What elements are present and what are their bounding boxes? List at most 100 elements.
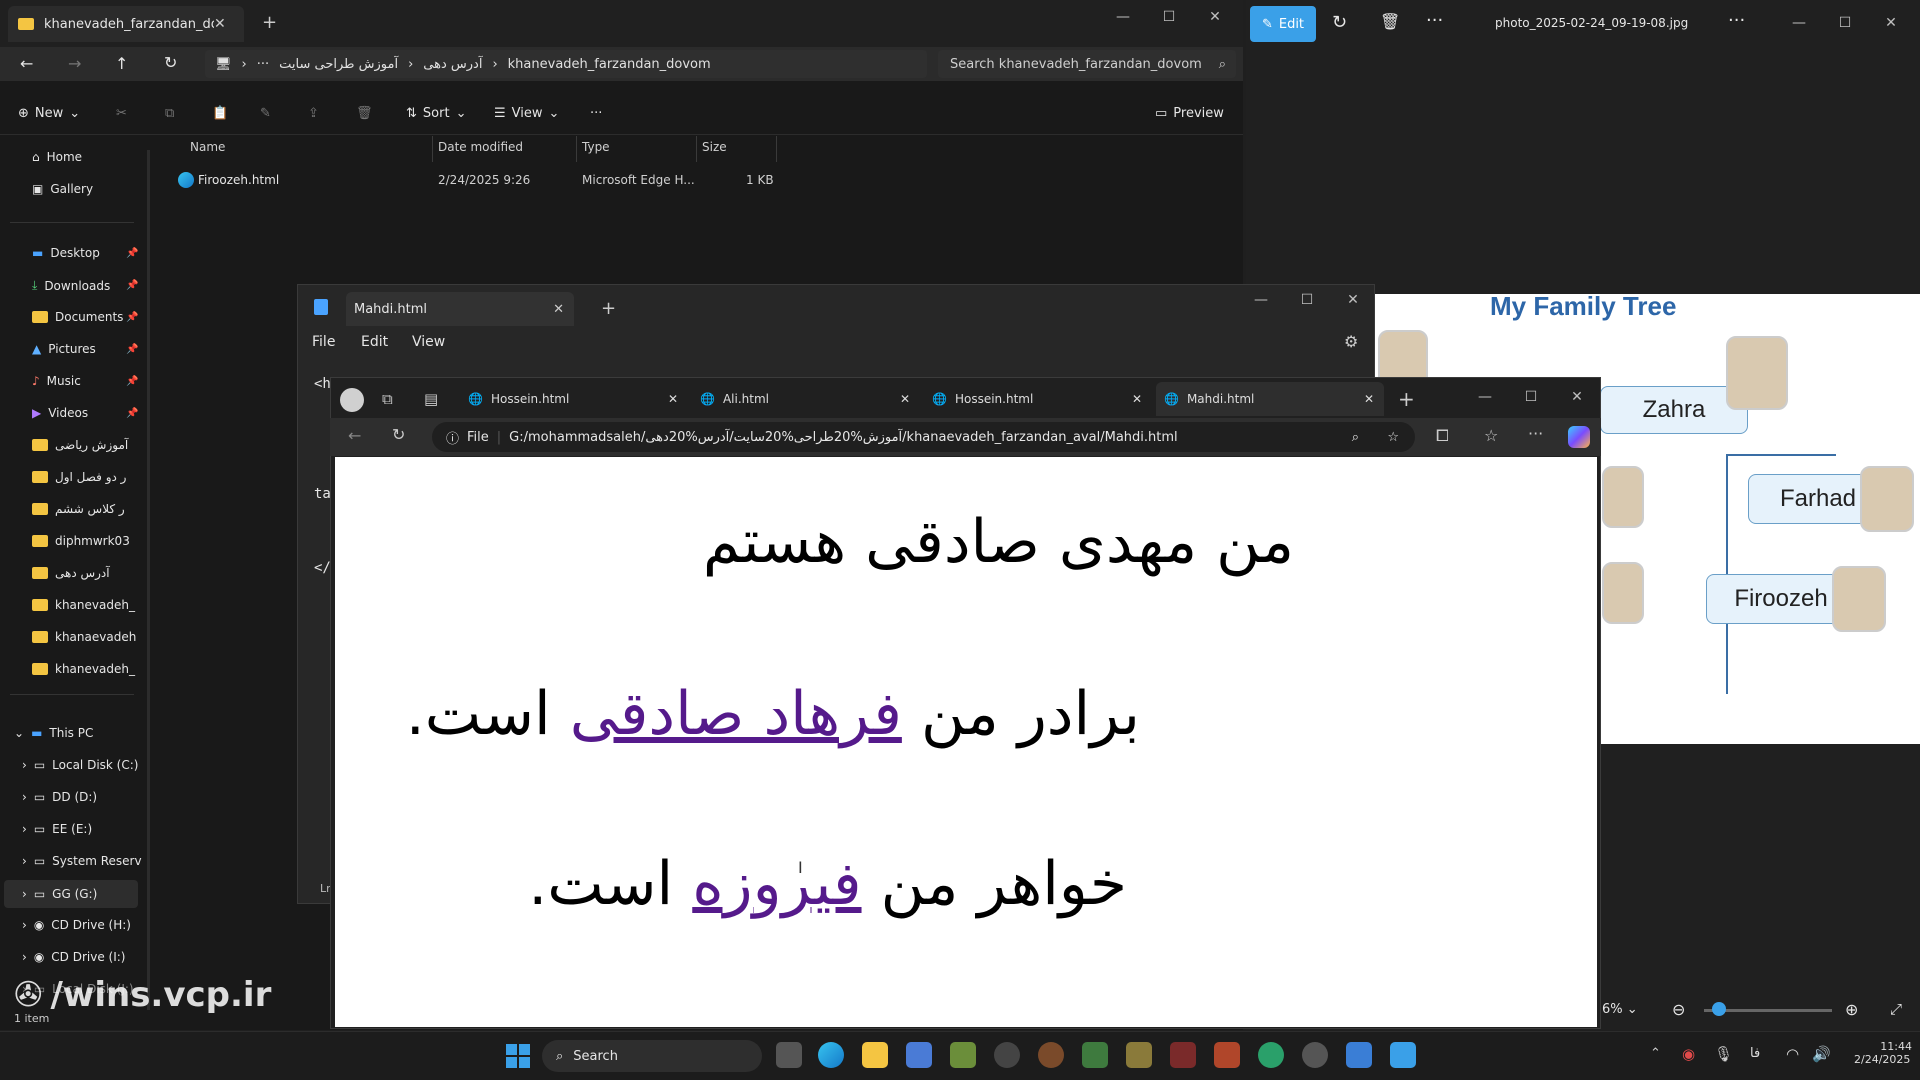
preview-button[interactable]: ▭ Preview — [1155, 106, 1224, 121]
new-tab-icon[interactable]: + — [601, 298, 616, 319]
tray-app-icon[interactable]: ◉ — [1682, 1045, 1695, 1063]
close-icon[interactable]: ✕ — [900, 392, 910, 406]
maximize-icon[interactable]: ☐ — [1146, 2, 1192, 32]
sidebar-item-music[interactable]: ♪ Music — [32, 374, 81, 388]
app-icon[interactable] — [1038, 1042, 1064, 1068]
app-icon[interactable] — [994, 1042, 1020, 1068]
maximize-icon[interactable]: ☐ — [1822, 8, 1868, 38]
sidebar-item-home[interactable]: ⌂ Home — [32, 150, 82, 164]
photos-taskbar-icon[interactable] — [1346, 1042, 1372, 1068]
sister-link[interactable]: فیروزه — [692, 849, 861, 919]
menu-edit[interactable]: Edit — [361, 334, 388, 350]
back-icon[interactable]: ← — [20, 54, 33, 73]
search-input[interactable]: Search khanevadeh_farzandan_dovom ⌕ — [938, 50, 1236, 78]
more-icon[interactable]: ··· — [590, 106, 602, 121]
copilot-icon[interactable] — [1568, 426, 1590, 448]
delete-icon[interactable]: 🗑 — [1380, 12, 1400, 31]
favorites-icon[interactable]: ☆ — [1484, 426, 1498, 445]
sidebar-item-folder[interactable]: khanevadeh_ — [32, 598, 135, 612]
edge-taskbar-icon[interactable] — [818, 1042, 844, 1068]
breadcrumb-segment[interactable]: آدرس دهی — [423, 57, 482, 72]
wifi-icon[interactable]: ◠ — [1786, 1045, 1799, 1063]
maximize-icon[interactable]: ☐ — [1508, 382, 1554, 412]
task-view-icon[interactable] — [776, 1042, 802, 1068]
sidebar-item-pictures[interactable]: ▲ Pictures — [32, 342, 96, 356]
gear-icon[interactable]: ⚙ — [1344, 332, 1358, 351]
edit-button[interactable]: ✎ Edit — [1250, 6, 1316, 42]
close-icon[interactable]: ✕ — [553, 302, 564, 317]
chart-app-icon[interactable] — [906, 1042, 932, 1068]
app-icon[interactable] — [1258, 1042, 1284, 1068]
view-button[interactable]: ☰ View ⌄ — [494, 106, 559, 121]
notepad-taskbar-icon[interactable] — [1390, 1042, 1416, 1068]
forward-icon[interactable]: → — [68, 54, 81, 73]
tab-actions-icon[interactable]: ▤ — [424, 390, 438, 408]
volume-icon[interactable]: 🔊 — [1812, 1045, 1831, 1063]
close-icon[interactable]: ✕ — [1132, 392, 1142, 406]
brother-link[interactable]: فرهاد صادقی — [570, 679, 902, 749]
sidebar-item-drive[interactable]: › ▭ Local Disk (C:) — [22, 758, 138, 772]
more-icon[interactable]: ··· — [1528, 424, 1543, 443]
sidebar-item-drive[interactable]: › ◉ CD Drive (I:) — [22, 950, 125, 964]
sidebar-item-drive-selected[interactable]: › ▭ GG (G:) — [4, 880, 138, 908]
breadcrumb-segment[interactable]: آموزش طراحی سایت — [279, 57, 398, 72]
sidebar-item-drive[interactable]: › ▭ EE (E:) — [22, 822, 92, 836]
rename-icon[interactable]: ✎ — [260, 106, 271, 121]
url-bar[interactable]: ⓘ File | G:/mohammadsaleh/آموزش%20طراحی%… — [432, 422, 1415, 452]
explorer-tab[interactable]: khanevadeh_farzandan_dovon ✕ — [8, 6, 244, 42]
zoom-in-icon[interactable]: ⊕ — [1845, 1000, 1858, 1019]
workspaces-icon[interactable]: ⧉ — [382, 390, 393, 408]
close-icon[interactable]: ✕ — [1868, 8, 1914, 38]
zoom-out-icon[interactable]: ⊖ — [1672, 1000, 1685, 1019]
column-header-date[interactable]: Date modified — [438, 140, 523, 154]
sidebar-item-downloads[interactable]: ⤓ Downloads — [32, 278, 110, 293]
zoom-level[interactable]: 6% ⌄ — [1602, 1002, 1638, 1017]
microphone-icon[interactable]: 🎙 — [1714, 1045, 1733, 1063]
delete-icon[interactable]: 🗑 — [356, 106, 373, 121]
address-bar[interactable]: 🖥 › ··· آموزش طراحی سایت › آدرس دهی › kh… — [205, 50, 927, 78]
language-indicator[interactable]: فا — [1750, 1046, 1760, 1061]
sidebar-item-folder[interactable]: آدرس دهی — [32, 566, 110, 580]
menu-file[interactable]: File — [312, 334, 335, 350]
copy-icon[interactable]: ⧉ — [165, 106, 174, 121]
close-icon[interactable]: ✕ — [214, 16, 226, 32]
sidebar-item-documents[interactable]: Documents — [32, 310, 123, 324]
sidebar-item-videos[interactable]: ▶ Videos — [32, 406, 88, 420]
app-icon[interactable] — [1126, 1042, 1152, 1068]
sidebar-item-drive[interactable]: › ◉ CD Drive (H:) — [22, 918, 131, 932]
refresh-icon[interactable]: ↻ — [164, 53, 177, 72]
sidebar-item-gallery[interactable]: ▣ Gallery — [32, 182, 93, 196]
sidebar-item-this-pc[interactable]: ⌄ ▬ This PC — [14, 726, 93, 740]
minimize-icon[interactable]: — — [1238, 285, 1284, 315]
close-icon[interactable]: ✕ — [1364, 392, 1374, 406]
edge-tab-active[interactable]: 🌐 Mahdi.html ✕ — [1156, 382, 1384, 416]
sidebar-item-desktop[interactable]: ▬ Desktop — [32, 246, 100, 260]
minimize-icon[interactable]: — — [1100, 2, 1146, 32]
sidebar-item-folder[interactable]: ر دو فصل اول — [32, 470, 126, 484]
sidebar-item-drive[interactable]: › ▭ DD (D:) — [22, 790, 97, 804]
file-explorer-taskbar-icon[interactable] — [862, 1042, 888, 1068]
edge-tab[interactable]: 🌐 Hossein.html ✕ — [924, 382, 1152, 416]
zoom-icon[interactable]: ⌕ — [1352, 430, 1359, 445]
fullscreen-icon[interactable]: ⤢ — [1890, 1000, 1902, 1018]
new-tab-icon[interactable]: + — [262, 12, 277, 33]
sidebar-item-folder[interactable]: khanevadeh_ — [32, 662, 135, 676]
extensions-icon[interactable]: ⧠ — [1436, 426, 1449, 446]
column-header-name[interactable]: Name — [190, 140, 225, 154]
close-icon[interactable]: ✕ — [668, 392, 678, 406]
cut-icon[interactable]: ✂ — [116, 106, 127, 121]
minimize-icon[interactable]: — — [1462, 382, 1508, 412]
sidebar-item-folder[interactable]: ر کلاس ششم — [32, 502, 125, 516]
favorite-star-icon[interactable]: ☆ — [1387, 430, 1399, 445]
app-icon[interactable] — [1170, 1042, 1196, 1068]
new-tab-icon[interactable]: + — [1398, 387, 1415, 411]
file-row[interactable]: Firoozeh.html 2/24/2025 9:26 Microsoft E… — [172, 170, 792, 192]
profile-avatar[interactable] — [340, 388, 364, 412]
clock[interactable]: 11:44 2/24/2025 — [1854, 1040, 1912, 1066]
menu-view[interactable]: View — [412, 334, 445, 350]
sidebar-item-drive[interactable]: › ▭ System Reserv — [22, 854, 142, 868]
breadcrumb-segment[interactable]: khanevadeh_farzandan_dovom — [508, 57, 711, 72]
chevron-up-icon[interactable]: ⌃ — [1650, 1046, 1661, 1061]
notepad-tab[interactable]: Mahdi.html ✕ — [346, 292, 574, 326]
app-icon[interactable] — [1302, 1042, 1328, 1068]
